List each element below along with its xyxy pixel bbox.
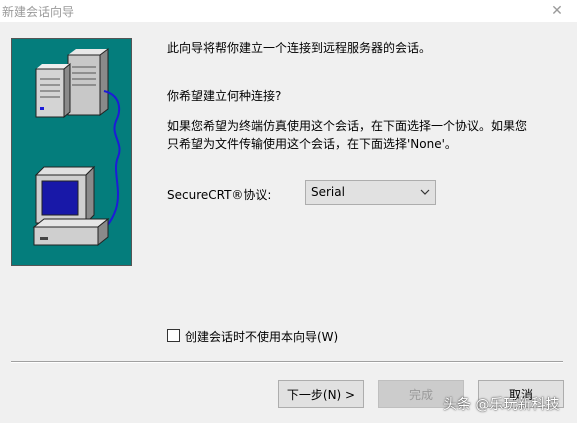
watermark: 头条 @乐玩新科技: [443, 397, 560, 413]
window-title: 新建会话向导: [2, 5, 75, 19]
protocol-hint-line-1: 如果您希望为终端仿真使用这个会话，在下面选择一个协议。如果您: [167, 119, 528, 133]
skip-wizard-label[interactable]: 创建会话时不使用本向导(W): [185, 328, 338, 345]
title-bar: 新建会话向导 ✕: [0, 0, 577, 22]
chevron-down-icon: [420, 184, 430, 203]
protocol-selected-value: Serial: [311, 185, 345, 199]
wizard-illustration: [11, 38, 132, 266]
skip-wizard-checkbox[interactable]: [167, 329, 180, 342]
wizard-intro-text: 此向导将帮你建立一个连接到远程服务器的会话。: [167, 41, 432, 55]
button-divider: [11, 361, 563, 363]
protocol-label: SecureCRT®协议:: [167, 188, 272, 202]
connection-question: 你希望建立何种连接?: [167, 89, 282, 103]
next-button[interactable]: 下一步(N) >: [278, 380, 364, 408]
protocol-dropdown[interactable]: Serial: [305, 180, 436, 205]
close-button[interactable]: ✕: [537, 0, 577, 22]
protocol-hint-line-2: 只希望为文件传输使用这个会话，在下面选择'None'。: [167, 137, 457, 151]
network-illustration-icon: [32, 48, 121, 247]
close-icon: ✕: [551, 3, 563, 19]
